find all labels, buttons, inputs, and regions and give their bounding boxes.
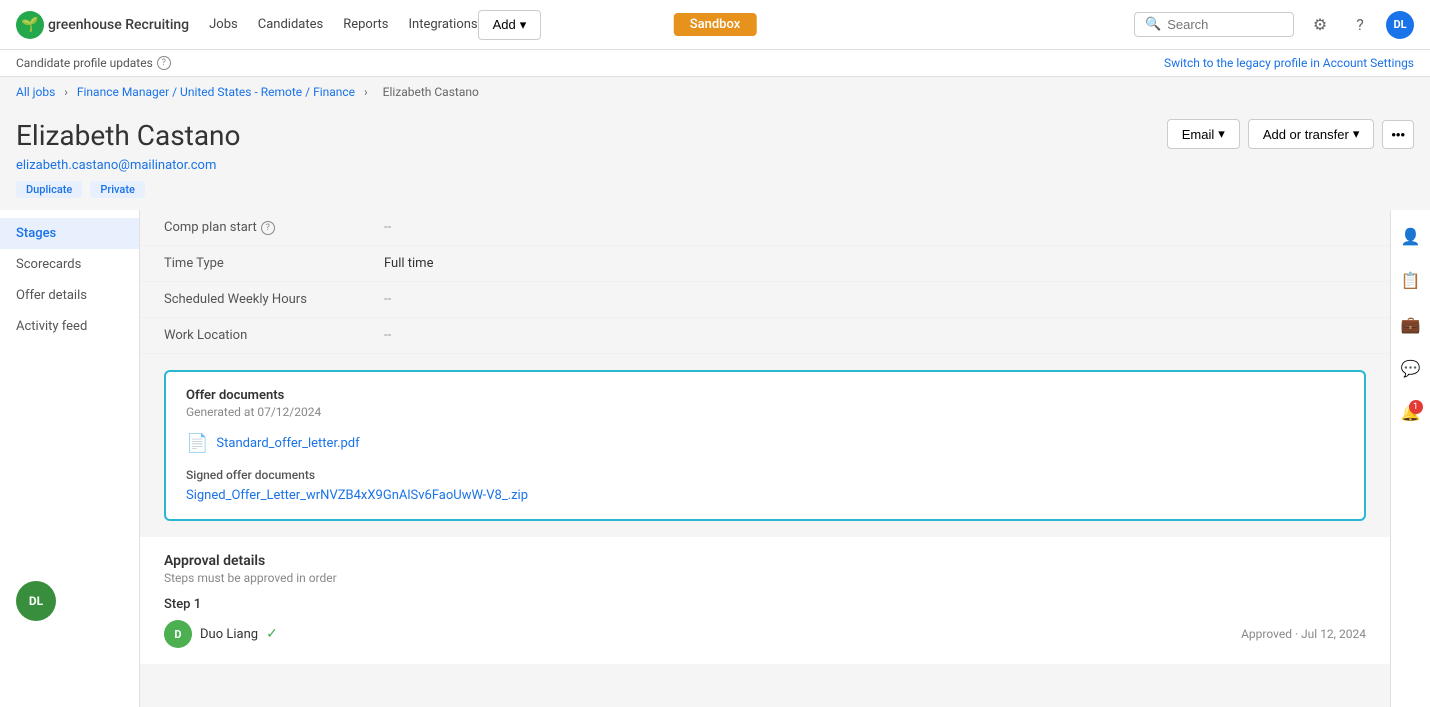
settings-icon[interactable]: ⚙ <box>1306 11 1334 39</box>
field-value-comp-plan: -- <box>384 220 391 235</box>
step-user-name: Duo Liang <box>200 627 258 642</box>
transfer-button[interactable]: Add or transfer ▾ <box>1248 119 1375 149</box>
chat-icon[interactable]: 💬 <box>1397 354 1425 382</box>
pdf-icon: 📄 <box>186 433 208 454</box>
nav-link-jobs[interactable]: Jobs <box>209 17 238 32</box>
bell-icon[interactable]: 🔔 1 <box>1397 398 1425 426</box>
more-button[interactable]: ••• <box>1382 120 1414 149</box>
notification-badge: 1 <box>1409 400 1423 414</box>
nav-right: 🔍 ⚙ ? DL <box>1134 11 1414 39</box>
nav-link-reports[interactable]: Reports <box>343 17 388 32</box>
doc-file: 📄 Standard_offer_letter.pdf <box>186 433 1344 454</box>
approved-text: Approved · Jul 12, 2024 <box>1241 627 1366 641</box>
updates-label: Candidate profile updates ? <box>16 56 171 70</box>
search-input[interactable] <box>1167 17 1283 32</box>
step-label: Step 1 <box>164 597 1366 612</box>
sidebar-item-scorecards[interactable]: Scorecards <box>0 249 139 280</box>
field-label-work-location: Work Location <box>164 328 384 343</box>
offer-docs-box: Offer documents Generated at 07/12/2024 … <box>164 370 1366 521</box>
signed-docs-label: Signed offer documents <box>186 468 1344 482</box>
field-label-weekly-hours: Scheduled Weekly Hours <box>164 292 384 307</box>
nav-link-integrations[interactable]: Integrations <box>409 17 478 32</box>
field-time-type: Time Type Full time <box>140 246 1390 282</box>
transfer-chevron-icon: ▾ <box>1353 126 1360 142</box>
person-icon[interactable]: 👤 <box>1397 222 1425 250</box>
step-user: D Duo Liang ✓ <box>164 620 278 648</box>
offer-docs-container: Offer documents Generated at 07/12/2024 … <box>164 370 1366 521</box>
right-panel: 👤 📋 💼 💬 🔔 1 <box>1390 210 1430 707</box>
nav-links: Jobs Candidates Reports Integrations <box>209 17 478 32</box>
header-actions: Email ▾ Add or transfer ▾ ••• <box>1167 119 1414 149</box>
document-icon[interactable]: 📋 <box>1397 266 1425 294</box>
email-button[interactable]: Email ▾ <box>1167 119 1240 149</box>
email-chevron-icon: ▾ <box>1218 126 1225 142</box>
bottom-avatar[interactable]: DL <box>16 581 56 621</box>
field-value-work-location: -- <box>384 328 391 343</box>
updates-bar: Candidate profile updates ? Switch to th… <box>0 50 1430 77</box>
breadcrumb-all-jobs[interactable]: All jobs <box>16 85 55 99</box>
logo[interactable]: 🌱 greenhouse Recruiting <box>16 11 189 39</box>
offer-letter-link[interactable]: Standard_offer_letter.pdf <box>216 436 359 451</box>
field-work-location: Work Location -- <box>140 318 1390 354</box>
field-label-time-type: Time Type <box>164 256 384 271</box>
chevron-down-icon: ▾ <box>520 17 527 33</box>
content-area: Comp plan start ? -- Time Type Full time… <box>140 210 1390 707</box>
candidate-email[interactable]: elizabeth.castano@mailinator.com <box>16 158 216 173</box>
sidebar-item-activity-feed[interactable]: Activity feed <box>0 311 139 342</box>
breadcrumb-candidate: Elizabeth Castano <box>383 85 479 99</box>
approval-subtitle: Steps must be approved in order <box>164 571 1366 585</box>
avatar[interactable]: DL <box>1386 11 1414 39</box>
breadcrumb-job[interactable]: Finance Manager / United States - Remote… <box>77 85 355 99</box>
search-icon: 🔍 <box>1145 17 1161 32</box>
tag-duplicate: Duplicate <box>16 181 82 198</box>
candidate-name: Elizabeth Castano <box>16 119 240 152</box>
breadcrumb: All jobs › Finance Manager / United Stat… <box>0 77 1430 107</box>
help-icon[interactable]: ? <box>1346 11 1374 39</box>
field-value-time-type: Full time <box>384 256 433 271</box>
logo-icon: 🌱 <box>16 11 44 39</box>
sandbox-badge: Sandbox <box>674 13 757 36</box>
legacy-link[interactable]: Switch to the legacy profile in Account … <box>1164 56 1414 70</box>
top-nav: 🌱 greenhouse Recruiting Jobs Candidates … <box>0 0 1430 50</box>
logo-text: greenhouse Recruiting <box>48 17 189 33</box>
step-avatar: D <box>164 620 192 648</box>
nav-link-candidates[interactable]: Candidates <box>258 17 323 32</box>
offer-docs-date: Generated at 07/12/2024 <box>186 405 1344 419</box>
check-icon: ✓ <box>266 626 278 642</box>
add-button[interactable]: Add ▾ <box>478 10 542 40</box>
tag-private: Private <box>90 181 145 198</box>
left-sidebar: Stages Scorecards Offer details Activity… <box>0 210 140 707</box>
breadcrumb-sep-2: › <box>364 85 371 99</box>
briefcase-icon[interactable]: 💼 <box>1397 310 1425 338</box>
step-row: D Duo Liang ✓ Approved · Jul 12, 2024 <box>164 620 1366 648</box>
breadcrumb-sep-1: › <box>64 85 71 99</box>
main-layout: Stages Scorecards Offer details Activity… <box>0 210 1430 707</box>
updates-help-icon[interactable]: ? <box>157 56 171 70</box>
candidate-header: Elizabeth Castano elizabeth.castano@mail… <box>0 107 1430 210</box>
candidate-tags: Duplicate Private <box>16 181 240 198</box>
sidebar-item-offer-details[interactable]: Offer details <box>0 280 139 311</box>
signed-doc-link[interactable]: Signed_Offer_Letter_wrNVZB4xX9GnAlSv6Fao… <box>186 488 528 503</box>
search-box[interactable]: 🔍 <box>1134 12 1294 37</box>
candidate-info: Elizabeth Castano elizabeth.castano@mail… <box>16 119 240 198</box>
field-weekly-hours: Scheduled Weekly Hours -- <box>140 282 1390 318</box>
offer-docs-title: Offer documents <box>186 388 1344 403</box>
approval-title: Approval details <box>164 553 1366 569</box>
approval-section: Approval details Steps must be approved … <box>140 537 1390 664</box>
comp-plan-help-icon[interactable]: ? <box>261 221 275 235</box>
field-comp-plan: Comp plan start ? -- <box>140 210 1390 246</box>
sidebar-item-stages[interactable]: Stages <box>0 218 139 249</box>
field-label-comp-plan: Comp plan start ? <box>164 220 384 235</box>
field-value-weekly-hours: -- <box>384 292 391 307</box>
